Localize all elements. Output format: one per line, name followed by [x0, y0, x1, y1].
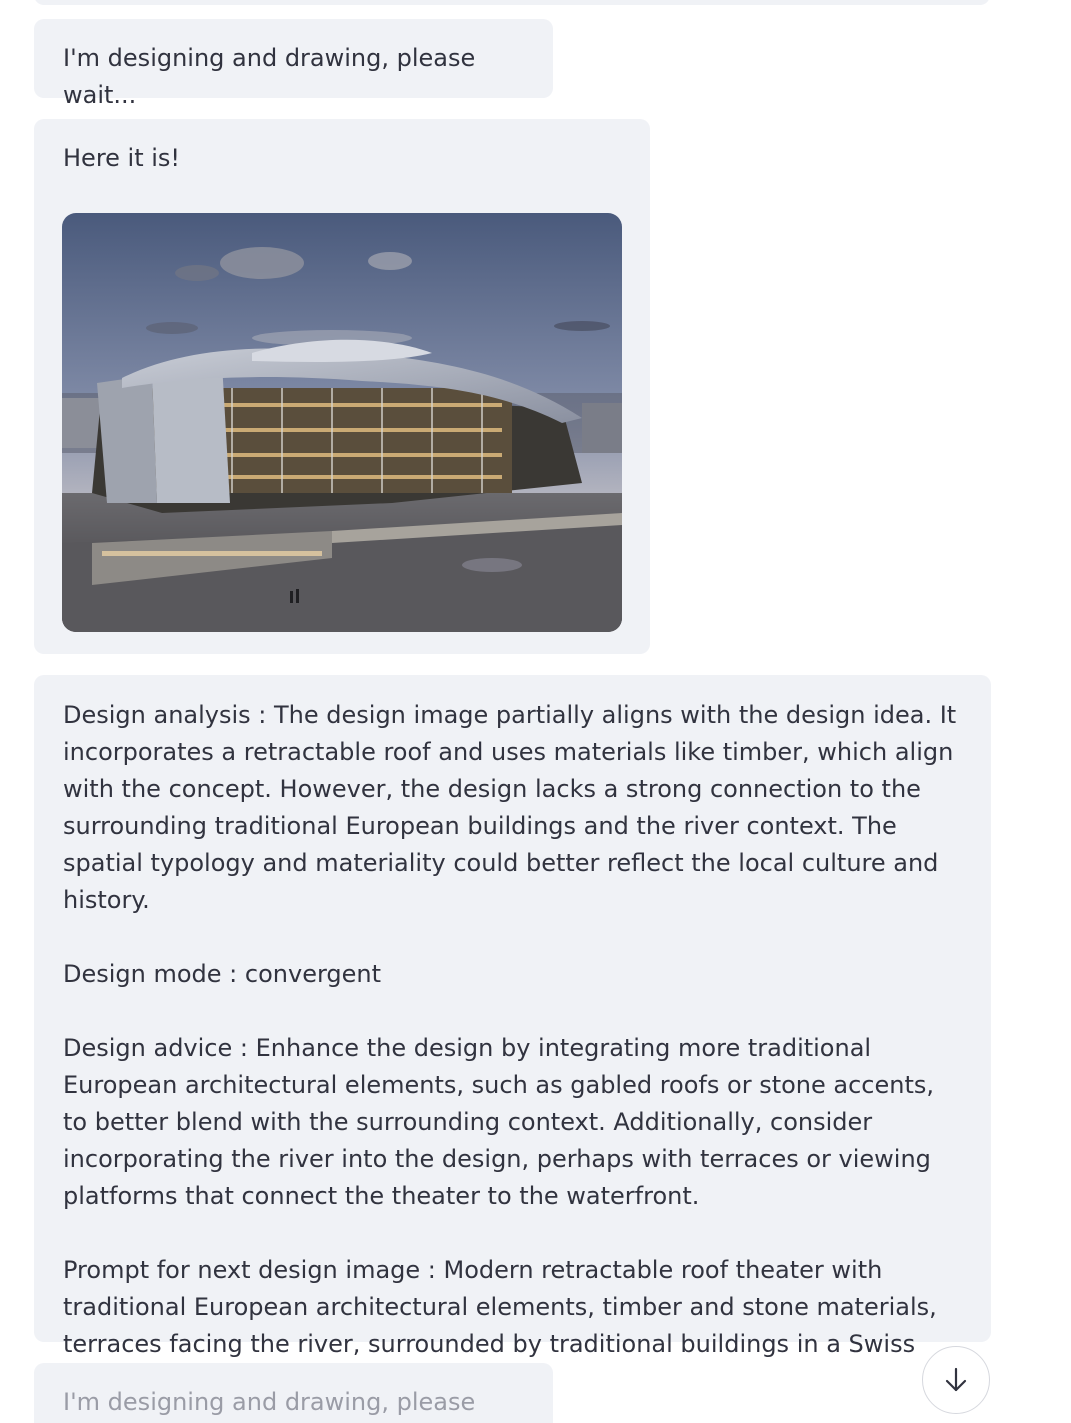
- design-analysis: Design analysis : The design image parti…: [63, 701, 957, 914]
- design-mode: Design mode : convergent: [63, 960, 382, 988]
- assistant-message: I'm designing and drawing, please wait..…: [34, 19, 553, 109]
- assistant-message: I'm designing and drawing, please wait..…: [34, 1363, 553, 1423]
- message-text: I'm designing and drawing, please wait..…: [63, 1388, 476, 1416]
- previous-message-edge: [34, 0, 990, 5]
- scroll-to-bottom-button[interactable]: [922, 1346, 990, 1414]
- design-image[interactable]: [62, 213, 622, 632]
- assistant-message: Design analysis : The design image parti…: [34, 675, 991, 1395]
- design-advice: Design advice : Enhance the design by in…: [63, 1034, 935, 1210]
- message-text: Here it is!: [63, 144, 181, 172]
- chat-container: I'm designing and drawing, please wait..…: [0, 0, 1071, 1423]
- message-text: I'm designing and drawing, please wait..…: [63, 44, 476, 109]
- building-render-illustration: [62, 213, 622, 632]
- arrow-down-icon: [945, 1367, 967, 1392]
- assistant-message: Here it is!: [34, 119, 650, 654]
